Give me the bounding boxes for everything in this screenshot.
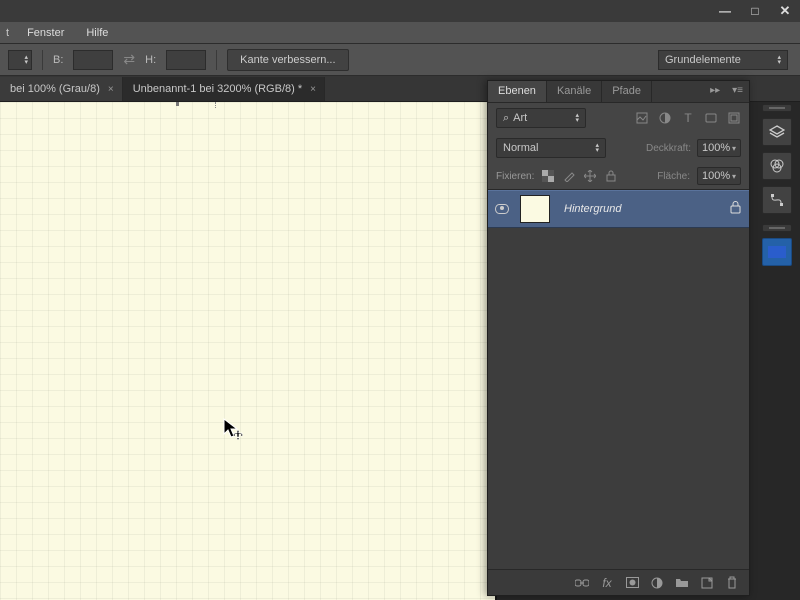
- lock-pixels-icon[interactable]: [562, 169, 576, 183]
- lock-position-icon[interactable]: [583, 169, 597, 183]
- new-layer-icon[interactable]: [700, 576, 714, 590]
- tool-preset-dropdown[interactable]: [8, 50, 32, 70]
- filter-pixel-icon[interactable]: [635, 111, 649, 125]
- lock-all-icon[interactable]: [604, 169, 618, 183]
- new-group-icon[interactable]: [675, 576, 689, 590]
- height-field[interactable]: [166, 50, 206, 70]
- strip-grabber[interactable]: [762, 104, 792, 112]
- lock-label: Fixieren:: [496, 171, 534, 182]
- layer-mask-icon[interactable]: [625, 576, 639, 590]
- layer-row-background[interactable]: Hintergrund: [488, 190, 749, 228]
- menu-bar: t Fenster Hilfe: [0, 22, 800, 44]
- adjustment-layer-icon[interactable]: [650, 576, 664, 590]
- menu-hilfe[interactable]: Hilfe: [76, 24, 118, 42]
- ruler-mark: [176, 102, 179, 106]
- workspace-preset-label: Grundelemente: [665, 54, 741, 66]
- paths-panel-icon[interactable]: [762, 186, 792, 214]
- tab-kanale[interactable]: Kanäle: [547, 81, 602, 102]
- panel-tab-bar: Ebenen Kanäle Pfade ▸▸ ▾≡: [488, 81, 749, 103]
- layer-thumbnail[interactable]: [520, 195, 550, 223]
- panel-menu-icon[interactable]: ▾≡: [726, 81, 749, 102]
- title-bar: — □ ✕: [0, 0, 800, 22]
- document-tab-1-title: bei 100% (Grau/8): [10, 83, 100, 95]
- tab-pfade[interactable]: Pfade: [602, 81, 652, 102]
- collapse-double-icon[interactable]: ▸▸: [704, 81, 726, 102]
- panel-footer: fx: [488, 569, 749, 595]
- pixel-grid: [0, 102, 495, 600]
- eye-icon: [495, 204, 509, 214]
- layer-filter-dropdown[interactable]: ⌕ Art: [496, 108, 586, 128]
- menu-truncated[interactable]: t: [6, 24, 15, 42]
- layer-visibility-toggle[interactable]: [488, 204, 516, 214]
- layers-list: Hintergrund: [488, 189, 749, 569]
- menu-fenster[interactable]: Fenster: [17, 24, 74, 42]
- workspace-preset-dropdown[interactable]: Grundelemente: [658, 50, 788, 70]
- chevron-updown-icon: [595, 143, 599, 153]
- blend-mode-label: Normal: [503, 142, 538, 154]
- fill-field[interactable]: 100% ▾: [697, 167, 741, 185]
- width-field[interactable]: [73, 50, 113, 70]
- chevron-down-icon: ▾: [732, 172, 736, 181]
- close-tab-icon[interactable]: ×: [108, 84, 114, 95]
- options-bar: B: ⇄ H: Kante verbessern... Grundelement…: [0, 44, 800, 76]
- filter-type-icon[interactable]: T: [681, 111, 695, 125]
- close-tab-icon[interactable]: ×: [310, 84, 316, 95]
- link-layers-icon[interactable]: [575, 576, 589, 590]
- width-label: B:: [53, 54, 63, 66]
- blend-mode-dropdown[interactable]: Normal: [496, 138, 606, 158]
- document-tab-2-title: Unbenannt-1 bei 3200% (RGB/8) *: [133, 83, 302, 95]
- tab-ebenen[interactable]: Ebenen: [488, 81, 547, 102]
- opacity-field[interactable]: 100% ▾: [697, 139, 741, 157]
- chevron-updown-icon: [777, 55, 781, 65]
- fill-value: 100%: [702, 170, 730, 182]
- filter-adjustment-icon[interactable]: [658, 111, 672, 125]
- search-icon: ⌕: [503, 112, 509, 125]
- opacity-value: 100%: [702, 142, 730, 154]
- collapsed-panel-strip: [762, 102, 792, 266]
- chevron-updown-icon: [575, 113, 579, 123]
- height-label: H:: [145, 54, 156, 66]
- lock-transparency-icon[interactable]: [541, 169, 555, 183]
- fill-label: Fläche:: [657, 171, 690, 182]
- swap-dims-icon[interactable]: ⇄: [123, 51, 135, 68]
- chevron-down-icon: ▾: [732, 144, 736, 153]
- ruler-mark: [215, 102, 216, 108]
- layer-lock-icon[interactable]: [721, 201, 749, 217]
- delete-layer-icon[interactable]: [725, 576, 739, 590]
- layer-filter-label: Art: [513, 112, 527, 124]
- opacity-label: Deckkraft:: [646, 143, 691, 154]
- layer-fx-icon[interactable]: fx: [600, 576, 614, 590]
- filter-shape-icon[interactable]: [704, 111, 718, 125]
- layers-panel-icon[interactable]: [762, 118, 792, 146]
- filter-smartobject-icon[interactable]: [727, 111, 741, 125]
- maximize-button[interactable]: □: [740, 0, 770, 22]
- channels-panel-icon[interactable]: [762, 152, 792, 180]
- strip-grabber[interactable]: [762, 224, 792, 232]
- document-tab-2[interactable]: Unbenannt-1 bei 3200% (RGB/8) * ×: [123, 77, 325, 101]
- refine-edge-button[interactable]: Kante verbessern...: [227, 49, 348, 71]
- layers-panel: Ebenen Kanäle Pfade ▸▸ ▾≡ ⌕ Art T Normal…: [487, 80, 750, 596]
- canvas[interactable]: [0, 102, 495, 600]
- minimize-button[interactable]: —: [710, 0, 740, 22]
- close-button[interactable]: ✕: [770, 0, 800, 22]
- layer-name[interactable]: Hintergrund: [554, 203, 721, 215]
- swatches-panel-icon[interactable]: [762, 238, 792, 266]
- document-tab-1[interactable]: bei 100% (Grau/8) ×: [0, 77, 123, 101]
